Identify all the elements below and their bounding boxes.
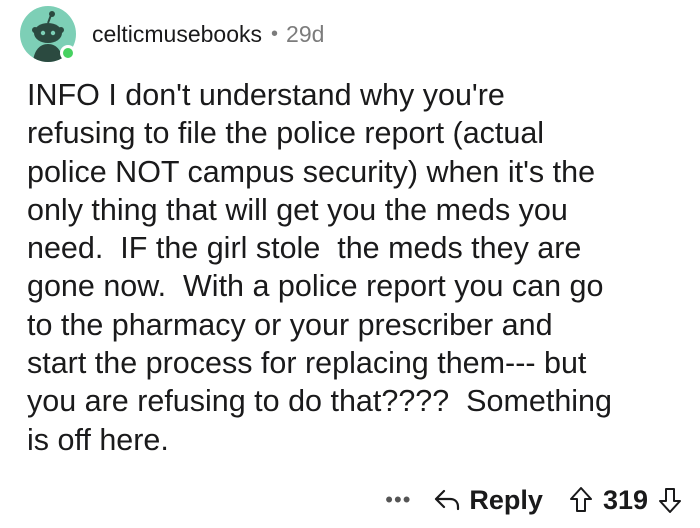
reply-arrow-icon <box>433 488 461 512</box>
user-avatar[interactable] <box>20 6 76 62</box>
more-options-button[interactable]: ••• <box>385 487 411 513</box>
online-status-icon <box>60 45 76 61</box>
reply-button[interactable]: Reply <box>433 485 543 516</box>
comment-age: 29d <box>286 20 325 47</box>
comment-header: celticmusebooks • 29d <box>20 6 324 62</box>
comment-actions: ••• Reply 319 <box>385 478 682 522</box>
upvote-arrow-icon[interactable] <box>569 486 593 514</box>
reply-label: Reply <box>469 484 543 515</box>
downvote-arrow-icon[interactable] <box>658 486 682 514</box>
comment-body: INFO I don't understand why you're refus… <box>27 78 612 457</box>
meta-separator: • <box>271 22 279 45</box>
vote-controls: 319 <box>569 485 682 516</box>
comment-author[interactable]: celticmusebooks <box>92 21 262 48</box>
vote-score: 319 <box>602 484 648 515</box>
